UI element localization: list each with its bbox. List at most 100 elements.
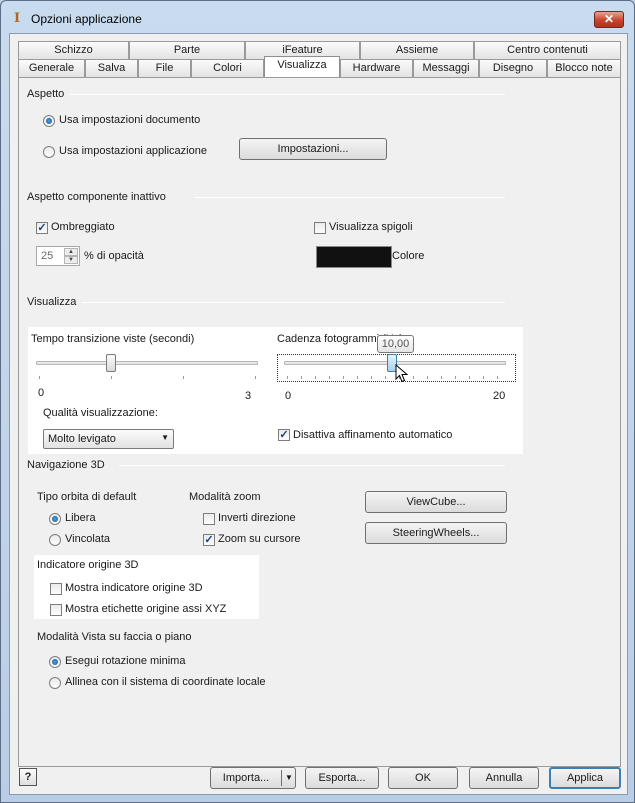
options-dialog: I Opzioni applicazione ✕ Schizzo Parte i…	[0, 0, 635, 803]
mostra-indicatore-origine-label[interactable]: Mostra indicatore origine 3D	[65, 582, 203, 594]
mostra-etichette-assi-checkbox[interactable]	[50, 604, 62, 616]
tempo-transizione-label: Tempo transizione viste (secondi)	[31, 333, 195, 345]
importa-split-divider	[281, 770, 282, 786]
impostazioni-button[interactable]: Impostazioni...	[239, 138, 387, 160]
inverti-direzione-checkbox[interactable]	[203, 513, 215, 525]
qualita-visualizzazione-value: Molto levigato	[48, 433, 116, 445]
componente-inattivo-label: Aspetto componente inattivo	[27, 191, 166, 203]
cadenza-tick	[427, 376, 428, 379]
affinamento-automatico-label[interactable]: Disattiva affinamento automatico	[293, 429, 452, 441]
vista-faccia-piano-label: Modalità Vista su faccia o piano	[37, 631, 192, 643]
inventor-app-icon: I	[13, 11, 21, 26]
visualizza-separator	[82, 302, 505, 303]
inverti-direzione-label[interactable]: Inverti direzione	[218, 512, 296, 524]
tempo-transizione-slider-track[interactable]	[36, 361, 258, 365]
viewcube-button[interactable]: ViewCube...	[365, 491, 507, 513]
chevron-down-icon[interactable]: ▼	[283, 768, 295, 788]
aspetto-label: Aspetto	[27, 88, 65, 100]
ok-button[interactable]: OK	[388, 767, 458, 789]
cadenza-tick	[357, 376, 358, 379]
colore-label: Colore	[392, 250, 425, 262]
spin-down-arrow-icon[interactable]: ▼	[64, 256, 78, 264]
cadenza-tick	[371, 376, 372, 379]
tab-salva[interactable]: Salva	[85, 59, 138, 77]
cadenza-tick	[385, 376, 386, 379]
tab-generale[interactable]: Generale	[18, 59, 85, 77]
orbita-libera-label[interactable]: Libera	[65, 512, 96, 524]
cadenza-tick	[497, 376, 498, 379]
radio-orbita-libera[interactable]	[49, 513, 61, 525]
opacita-label: % di opacità	[84, 250, 144, 262]
tempo-max-label: 3	[245, 390, 252, 402]
navigazione-separator	[119, 465, 505, 466]
tab-centro-contenuti[interactable]: Centro contenuti	[474, 41, 621, 59]
cadenza-tick	[455, 376, 456, 379]
cadenza-min-label: 0	[285, 390, 292, 402]
radio-allinea-coordinate-locale[interactable]	[49, 677, 61, 689]
rotazione-minima-label[interactable]: Esegui rotazione minima	[65, 655, 185, 667]
modalita-zoom-label: Modalità zoom	[189, 491, 261, 503]
opacita-spinner[interactable]: 25 ▲ ▼	[36, 246, 80, 266]
navigazione-3d-label: Navigazione 3D	[27, 459, 105, 471]
cadenza-tick	[301, 376, 302, 379]
tab-file[interactable]: File	[138, 59, 191, 77]
visualizza-spigoli-label[interactable]: Visualizza spigoli	[329, 221, 413, 233]
tab-blocco-note[interactable]: Blocco note	[547, 59, 621, 77]
tempo-transizione-slider-thumb[interactable]	[106, 354, 116, 372]
orbita-vincolata-label[interactable]: Vincolata	[65, 533, 110, 545]
tab-row-bottom: Generale Salva File Colori Visualizza Ha…	[18, 56, 621, 77]
ombreggiato-label[interactable]: Ombreggiato	[51, 221, 115, 233]
cadenza-tick	[329, 376, 330, 379]
tab-visualizza[interactable]: Visualizza	[264, 56, 340, 77]
dialog-client: Schizzo Parte iFeature Assieme Centro co…	[9, 33, 628, 795]
applica-button[interactable]: Applica	[549, 767, 621, 789]
indicatore-origine-label: Indicatore origine 3D	[37, 559, 139, 571]
tab-assieme[interactable]: Assieme	[360, 41, 474, 59]
qualita-visualizzazione-label: Qualità visualizzazione:	[43, 407, 158, 419]
chevron-down-icon: ▼	[161, 433, 169, 442]
cadenza-value-tooltip: 10,00	[377, 335, 414, 353]
radio-orbita-vincolata[interactable]	[49, 534, 61, 546]
allinea-coordinate-locale-label[interactable]: Allinea con il sistema di coordinate loc…	[65, 676, 266, 688]
tab-disegno[interactable]: Disegno	[479, 59, 547, 77]
affinamento-automatico-checkbox[interactable]: ✓	[278, 429, 290, 441]
zoom-su-cursore-label[interactable]: Zoom su cursore	[218, 533, 301, 545]
tab-colori[interactable]: Colori	[191, 59, 264, 77]
ombreggiato-checkbox[interactable]: ✓	[36, 222, 48, 234]
visualizza-spigoli-checkbox[interactable]	[314, 222, 326, 234]
tab-parte[interactable]: Parte	[129, 41, 245, 59]
colore-swatch[interactable]	[316, 246, 392, 268]
mouse-cursor-icon	[395, 364, 409, 383]
radio-usa-impostazioni-applicazione[interactable]	[43, 146, 55, 158]
radio-usa-impostazioni-documento[interactable]	[43, 115, 55, 127]
tempo-tick	[111, 376, 112, 379]
tab-hardware[interactable]: Hardware	[340, 59, 413, 77]
opacita-value: 25	[41, 250, 54, 262]
tempo-tick	[183, 376, 184, 379]
mostra-indicatore-origine-checkbox[interactable]	[50, 583, 62, 595]
cadenza-tick	[469, 376, 470, 379]
spin-up-arrow-icon[interactable]: ▲	[64, 248, 78, 256]
title-bar: I Opzioni applicazione ✕	[1, 1, 634, 33]
tab-schizzo[interactable]: Schizzo	[18, 41, 129, 59]
qualita-visualizzazione-dropdown[interactable]: Molto levigato ▼	[43, 429, 174, 449]
importa-button[interactable]: Importa... ▼	[210, 767, 296, 789]
zoom-su-cursore-checkbox[interactable]: ✓	[203, 534, 215, 546]
tab-messaggi[interactable]: Messaggi	[413, 59, 479, 77]
usa-impostazioni-documento-label[interactable]: Usa impostazioni documento	[59, 114, 200, 126]
window-title: Opzioni applicazione	[31, 12, 142, 26]
annulla-button[interactable]: Annulla	[469, 767, 539, 789]
esporta-button[interactable]: Esporta...	[305, 767, 379, 789]
usa-impostazioni-applicazione-label[interactable]: Usa impostazioni applicazione	[59, 145, 207, 157]
cadenza-tick	[441, 376, 442, 379]
radio-rotazione-minima[interactable]	[49, 656, 61, 668]
steeringwheels-button[interactable]: SteeringWheels...	[365, 522, 507, 544]
tempo-tick	[255, 376, 256, 379]
tempo-min-label: 0	[38, 387, 45, 399]
mostra-etichette-assi-label[interactable]: Mostra etichette origine assi XYZ	[65, 603, 226, 615]
close-button[interactable]: ✕	[594, 11, 624, 28]
importa-label[interactable]: Importa...	[211, 768, 281, 788]
tempo-tick	[39, 376, 40, 379]
help-button[interactable]: ?	[19, 768, 37, 786]
visualizza-panel: Aspetto Usa impostazioni documento Usa i…	[18, 77, 621, 767]
